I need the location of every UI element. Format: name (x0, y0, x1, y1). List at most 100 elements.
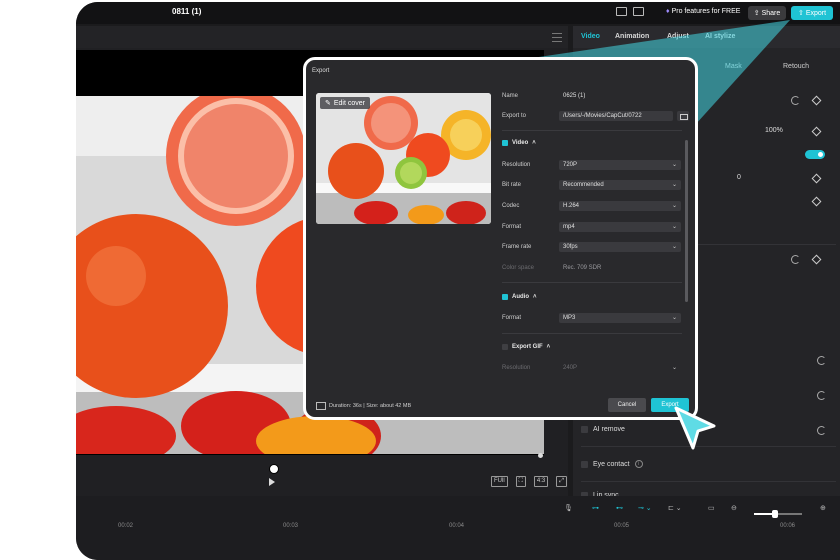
divider (581, 481, 836, 482)
fullscreen-button[interactable]: FUll (491, 476, 508, 487)
ruler-tick: 00:04 (449, 523, 465, 529)
codec-select[interactable]: H.264 ⌄ (559, 201, 681, 211)
toggle-switch[interactable] (805, 150, 825, 159)
resize-handle[interactable] (538, 453, 543, 458)
property-tabs: Video Animation Adjust AI stylize (573, 26, 840, 48)
ratio-button[interactable]: 4:3 (533, 476, 549, 487)
tab-video[interactable]: Video (581, 33, 600, 40)
share-button[interactable]: ⇪ Share (748, 6, 786, 20)
reset-icon[interactable] (791, 96, 800, 105)
ai-remove-option[interactable]: AI remove (581, 426, 625, 433)
ruler-tick: 00:05 (614, 523, 630, 529)
zoom-slider-fill (754, 513, 774, 515)
tab-retouch[interactable]: Retouch (783, 63, 809, 70)
resolution-select[interactable]: 720P ⌄ (559, 160, 681, 170)
audio-section-label: Audio (512, 294, 529, 300)
bitrate-select[interactable]: Recommended ⌄ (559, 180, 681, 190)
split-icon[interactable]: ⊏ ⌄ (668, 504, 682, 513)
info-icon[interactable]: i (634, 460, 643, 468)
format-select[interactable]: mp4 ⌄ (559, 222, 681, 232)
audio-format-select[interactable]: MP3 ⌄ (559, 313, 681, 323)
export-path-input[interactable]: /Users/-/Movies/CapCut/0722 (559, 111, 673, 121)
framerate-select[interactable]: 30fps ⌄ (559, 242, 681, 252)
menu-icon[interactable] (552, 33, 562, 42)
magnet-icon[interactable]: ⊷ (616, 504, 623, 513)
pro-features-link[interactable]: ♦ Pro features for FREE (666, 8, 740, 15)
folder-icon[interactable] (677, 111, 689, 121)
zoom-slider-handle[interactable] (772, 510, 778, 518)
snap-icon[interactable]: ⊸ ⌄ (638, 504, 652, 513)
project-title: 0811 (1) (172, 7, 202, 16)
caption-icon[interactable]: ▭ (708, 504, 715, 513)
audio-format-value: MP3 (563, 315, 576, 321)
keyframe-icon[interactable] (811, 196, 822, 207)
ruler-tick: 00:02 (118, 523, 134, 529)
export-top-label: Export (805, 9, 827, 17)
eye-contact-checkbox[interactable] (581, 460, 588, 468)
gif-section-label: Export GIF (512, 344, 543, 350)
player-controls: FUll ⛶ 4:3 ⤢ (76, 471, 568, 496)
reset-icon[interactable] (791, 255, 800, 264)
timeline-ruler: 00:02 00:03 00:04 00:05 00:06 (76, 522, 840, 534)
bitrate-value: Recommended (563, 182, 604, 188)
diamond-icon: ♦ (666, 8, 670, 15)
tab-animation[interactable]: Animation (615, 33, 649, 40)
gif-section-header[interactable]: Export GIF ˄ (502, 344, 550, 350)
audio-checkbox[interactable] (502, 294, 508, 300)
layout-icon[interactable] (616, 7, 627, 16)
keyboard-icon[interactable] (633, 7, 644, 16)
name-label: Name (502, 93, 519, 99)
name-input[interactable]: 0625 (1) (559, 91, 681, 101)
chevron-down-icon: ⌄ (671, 162, 677, 168)
chevron-up-icon: ˄ (532, 140, 536, 146)
eye-contact-label: Eye contact (593, 460, 630, 468)
export-dialog: Export ✎ Edit cover Name 0625 (1) Export… (303, 57, 698, 420)
tab-mask[interactable]: Mask (725, 63, 742, 70)
resolution-label: Resolution (502, 162, 531, 168)
keyframe-icon[interactable] (811, 126, 822, 137)
cover-image (316, 93, 491, 224)
player-header (76, 26, 568, 48)
edit-icon: ✎ (325, 100, 331, 107)
tab-ai-stylize[interactable]: AI stylize (705, 33, 735, 40)
layout-controls (616, 7, 644, 16)
reset-icon[interactable] (817, 426, 826, 435)
cancel-button[interactable]: Cancel (608, 398, 646, 412)
format-label: Format (502, 224, 522, 230)
cover-thumbnail[interactable]: ✎ Edit cover (316, 93, 491, 224)
reset-icon[interactable] (817, 356, 826, 365)
keyframe-icon[interactable] (811, 173, 822, 184)
gif-resolution-select: 240P ⌄ (559, 363, 681, 373)
zoom-in-icon[interactable]: ⊕ (820, 504, 826, 513)
zoom-out-icon[interactable]: ⊖ (731, 504, 737, 513)
keyframe-icon[interactable] (811, 95, 822, 106)
link-icon[interactable]: ⊶ (592, 504, 599, 513)
share-label: Share (761, 9, 781, 17)
export-summary: Duration: 36s | Size: about 42 MB (316, 402, 411, 410)
opacity-value[interactable]: 100% (765, 127, 783, 134)
zoom-slider[interactable] (754, 510, 802, 518)
microphone-icon[interactable]: 🎙 (564, 504, 573, 513)
expand-icon[interactable]: ⤢ (556, 476, 568, 487)
video-section-header[interactable]: Video ˄ (502, 140, 536, 146)
export-top-button[interactable]: ⇧ Export (791, 6, 833, 20)
gif-checkbox[interactable] (502, 344, 508, 350)
eye-contact-option[interactable]: Eye contact i (581, 460, 643, 468)
keyframe-icon[interactable] (811, 254, 822, 265)
divider (502, 282, 682, 283)
scrollbar[interactable] (685, 140, 688, 302)
reset-icon[interactable] (817, 391, 826, 400)
ai-remove-checkbox[interactable] (581, 426, 588, 433)
crop-icon[interactable]: ⛶ (515, 476, 526, 487)
chevron-down-icon: ⌄ (671, 244, 677, 250)
video-checkbox[interactable] (502, 140, 508, 146)
tab-adjust[interactable]: Adjust (667, 33, 689, 40)
bitrate-label: Bit rate (502, 182, 522, 188)
position-y-value[interactable]: 0 (737, 174, 741, 181)
audio-section-header[interactable]: Audio ˄ (502, 294, 537, 300)
play-icon[interactable] (269, 478, 275, 486)
pro-features-label: Pro features for FREE (671, 8, 741, 15)
ruler-tick: 00:06 (780, 523, 796, 529)
edit-cover-button[interactable]: ✎ Edit cover (320, 97, 370, 109)
ai-remove-label: AI remove (593, 426, 625, 433)
